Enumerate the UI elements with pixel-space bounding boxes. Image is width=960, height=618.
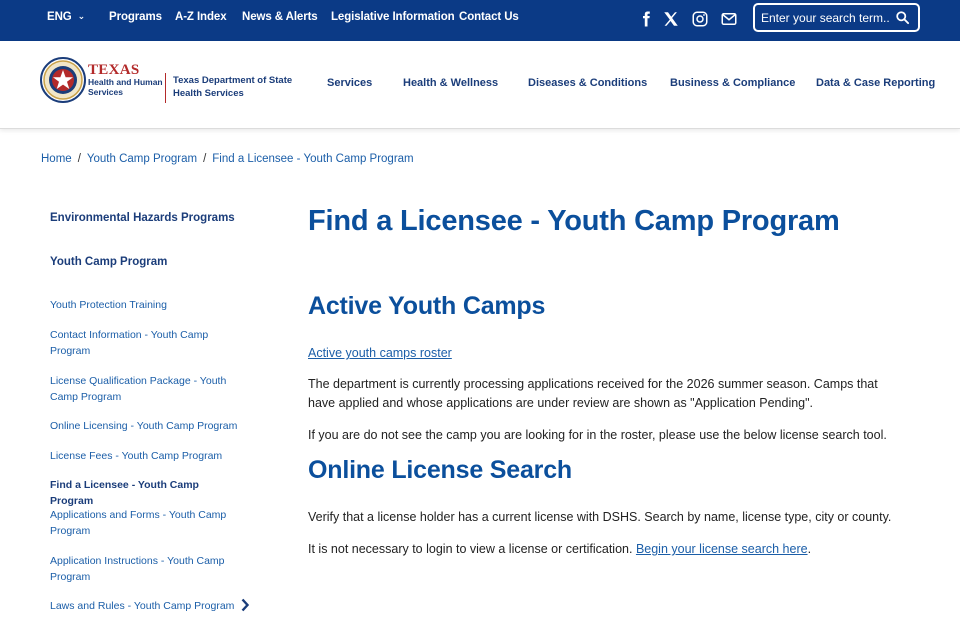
email-icon[interactable] [720, 10, 738, 28]
sidebar-item-youth-protection[interactable]: Youth Protection Training [50, 297, 240, 313]
chevron-right-icon[interactable] [240, 598, 250, 612]
roster-help-paragraph: If you are do not see the camp you are l… [308, 428, 887, 442]
section-heading-license-search: Online License Search [308, 456, 572, 484]
sidebar-item-license-qualification[interactable]: License Qualification Package - Youth Ca… [50, 373, 230, 405]
logo-line2: Health and Human [88, 77, 163, 87]
login-paragraph-text: It is not necessary to login to view a l… [308, 542, 636, 556]
logo-line3: Services [88, 87, 123, 97]
chevron-down-icon: ⌄ [77, 11, 86, 21]
nav-diseases-conditions[interactable]: Diseases & Conditions [528, 77, 647, 89]
topbar-link-news-alerts[interactable]: News & Alerts [242, 11, 318, 23]
x-twitter-icon[interactable] [662, 10, 680, 28]
topbar-link-legislative[interactable]: Legislative Information [331, 11, 455, 23]
facebook-icon[interactable] [637, 10, 655, 28]
agency-name[interactable]: Texas Department of State Health Service… [173, 74, 292, 100]
agency-name-line1: Texas Department of State [173, 75, 293, 86]
sidebar-item-laws-rules[interactable]: Laws and Rules - Youth Camp Program [50, 598, 240, 614]
sidebar-heading-environmental[interactable]: Environmental Hazards Programs [50, 212, 235, 224]
hhs-logo-text: TEXAS Health and Human Services [88, 62, 163, 98]
nav-services[interactable]: Services [327, 77, 372, 89]
topbar-link-az-index[interactable]: A-Z Index [175, 11, 227, 23]
language-selector[interactable]: ENG ⌄ [47, 11, 85, 23]
breadcrumb-home[interactable]: Home [41, 153, 72, 165]
breadcrumb-separator: / [77, 153, 81, 165]
breadcrumb-current[interactable]: Find a Licensee - Youth Camp Program [212, 153, 413, 165]
site-header: TEXAS Health and Human Services Texas De… [0, 41, 960, 129]
login-paragraph-end: . [807, 542, 812, 556]
search-icon[interactable] [895, 10, 910, 25]
sidebar-heading-youth-camp[interactable]: Youth Camp Program [50, 256, 167, 268]
section-heading-active-camps: Active Youth Camps [308, 292, 546, 320]
topbar-link-contact[interactable]: Contact Us [459, 11, 519, 23]
license-search-link[interactable]: Begin your license search here [636, 542, 808, 556]
nav-data-case-reporting[interactable]: Data & Case Reporting [816, 77, 935, 89]
breadcrumb: Home / Youth Camp Program / Find a Licensee … [41, 153, 414, 165]
breadcrumb-separator: / [203, 153, 207, 165]
agency-name-line2: Health Services [173, 88, 244, 99]
page-title: Find a Licensee - Youth Camp Program [308, 205, 840, 237]
topbar-link-programs[interactable]: Programs [109, 11, 162, 23]
sidebar-item-find-licensee[interactable]: Find a Licensee - Youth Camp Program [50, 477, 240, 509]
nav-health-wellness[interactable]: Health & Wellness [403, 77, 498, 89]
language-label: ENG [47, 11, 72, 23]
texas-seal-logo[interactable] [40, 57, 86, 103]
sidebar-item-online-licensing[interactable]: Online Licensing - Youth Camp Program [50, 418, 240, 434]
active-camps-roster-link[interactable]: Active youth camps roster [308, 344, 452, 363]
sidebar-item-application-instructions[interactable]: Application Instructions - Youth Camp Pr… [50, 553, 230, 585]
login-paragraph: It is not necessary to login to view a l… [308, 540, 908, 559]
nav-business-compliance[interactable]: Business & Compliance [670, 77, 795, 89]
utility-bar: ENG ⌄ Programs A-Z Index News & Alerts Le… [0, 0, 960, 41]
verify-paragraph: Verify that a license holder has a curre… [308, 510, 892, 524]
instagram-icon[interactable] [691, 10, 709, 28]
sidebar-item-applications-forms[interactable]: Applications and Forms - Youth Camp Prog… [50, 507, 230, 539]
breadcrumb-youth-camp[interactable]: Youth Camp Program [87, 153, 197, 165]
sidebar-item-contact-info[interactable]: Contact Information - Youth Camp Program [50, 327, 220, 359]
sidebar-item-license-fees[interactable]: License Fees - Youth Camp Program [50, 448, 240, 464]
site-search [753, 3, 920, 32]
processing-paragraph: The department is currently processing a… [308, 377, 878, 410]
logo-divider [165, 73, 166, 103]
search-input[interactable] [761, 9, 889, 27]
logo-texas: TEXAS [88, 62, 140, 78]
